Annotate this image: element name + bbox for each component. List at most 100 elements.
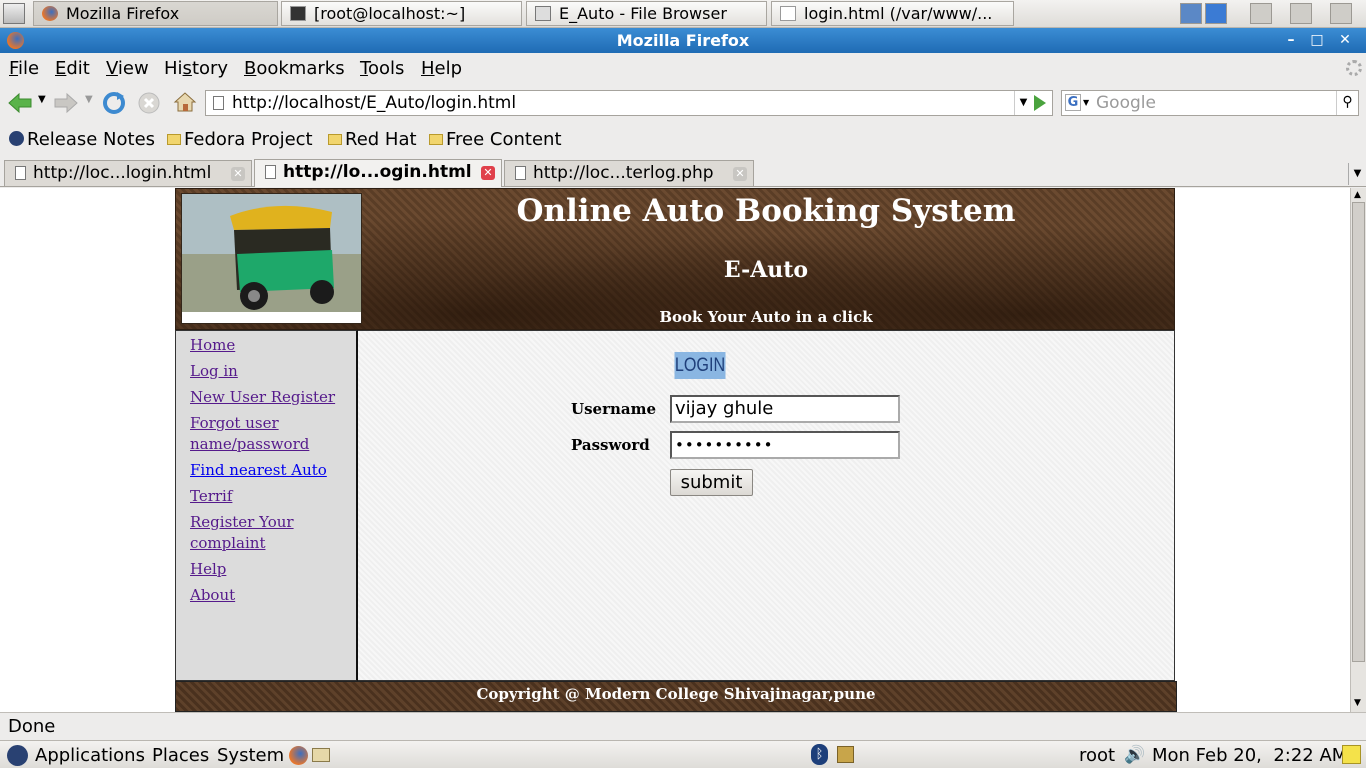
menu-view[interactable]: View [106, 58, 149, 79]
show-desktop-icon[interactable] [3, 3, 25, 24]
back-history-dropdown[interactable]: ▼ [38, 94, 46, 105]
menu-label: dit [66, 58, 90, 79]
tab-close-icon[interactable]: ✕ [231, 167, 245, 181]
maximize-button[interactable]: □ [1306, 30, 1328, 51]
forward-icon[interactable] [53, 92, 79, 114]
terminal-icon [290, 6, 306, 21]
forward-history-dropdown[interactable]: ▼ [85, 94, 93, 105]
menu-label: tory [191, 58, 229, 79]
search-bar[interactable]: G ▼ Google ⚲ [1061, 90, 1359, 116]
system-menu[interactable]: System [217, 745, 284, 766]
site-banner: Online Auto Booking System E-Auto Book Y… [175, 188, 1175, 330]
clock[interactable]: Mon Feb 20, 2:22 AM [1152, 745, 1347, 766]
reload-icon[interactable] [101, 90, 127, 116]
workspace-1[interactable] [1180, 3, 1202, 24]
mnemonic: B [244, 58, 257, 79]
menu-history[interactable]: History [164, 58, 228, 79]
search-engine-icon[interactable]: G [1065, 94, 1081, 111]
menu-edit[interactable]: Edit [55, 58, 90, 79]
nav-login[interactable]: Log in [190, 361, 238, 382]
applications-menu[interactable]: Applications [35, 745, 145, 766]
tab-label: http://loc...login.html [33, 163, 212, 183]
nav-tariff[interactable]: Terrif [190, 486, 232, 507]
site-title: Online Auto Booking System [516, 193, 1016, 229]
scroll-thumb[interactable] [1352, 202, 1365, 662]
home-icon[interactable] [173, 90, 197, 114]
task-firefox[interactable]: Mozilla Firefox [33, 1, 278, 26]
stop-icon[interactable] [137, 91, 161, 115]
notes-icon[interactable] [1342, 745, 1361, 764]
go-icon[interactable] [1034, 95, 1046, 111]
workspace-5[interactable] [1330, 3, 1352, 24]
password-field[interactable]: •••••••••• [670, 431, 900, 459]
bookmark-label: Fedora Project [184, 129, 313, 150]
page-icon [15, 166, 26, 180]
nav-complaint[interactable]: Register Your complaint [190, 512, 300, 554]
mail-launcher-icon[interactable] [312, 748, 330, 762]
tab-3[interactable]: http://loc...terlog.php ✕ [504, 160, 754, 186]
page-viewport: Online Auto Booking System E-Auto Book Y… [0, 188, 1350, 712]
nav-help[interactable]: Help [190, 559, 226, 580]
workspace-4[interactable] [1290, 3, 1312, 24]
folder-icon [167, 134, 181, 145]
task-label: E_Auto - File Browser [559, 4, 727, 23]
search-icon[interactable]: ⚲ [1336, 91, 1358, 115]
auto-rickshaw-photo [181, 193, 362, 324]
bookmark-fedora-project[interactable]: Fedora Project [167, 129, 313, 150]
scroll-down-icon[interactable]: ▼ [1354, 698, 1361, 708]
bluetooth-icon[interactable]: ᛒ [811, 744, 828, 765]
workspace-2[interactable] [1205, 3, 1227, 24]
menu-label: Hi [164, 58, 183, 79]
mnemonic: s [182, 58, 192, 79]
nav-forgot-password[interactable]: Forgot user name/password [190, 413, 310, 455]
menu-label: ookmarks [256, 58, 345, 79]
back-icon[interactable] [7, 92, 33, 114]
site-footer: Copyright @ Modern College Shivajinagar,… [175, 681, 1177, 712]
menu-help[interactable]: Help [421, 58, 462, 79]
tab-close-icon[interactable]: ✕ [733, 167, 747, 181]
tab-2[interactable]: http://lo...ogin.html ✕ [254, 159, 502, 187]
workspace-3[interactable] [1250, 3, 1272, 24]
nav-register[interactable]: New User Register [190, 387, 335, 408]
tab-list-dropdown[interactable]: ▼ [1348, 163, 1366, 185]
url-dropdown[interactable]: ▼ [1014, 91, 1032, 115]
url-bar[interactable]: http://localhost/E_Auto/login.html ▼ [205, 90, 1053, 116]
menu-file[interactable]: File [9, 58, 39, 79]
navigation-toolbar: ▼ ▼ http://localhost/E_Auto/login.html ▼… [0, 84, 1366, 122]
throbber-icon [1346, 60, 1362, 76]
firefox-launcher-icon[interactable] [289, 746, 308, 765]
submit-button[interactable]: submit [670, 469, 753, 496]
close-button[interactable]: ✕ [1334, 30, 1356, 51]
nav-about[interactable]: About [190, 585, 235, 606]
username-field[interactable]: vijay ghule [670, 395, 900, 423]
scroll-up-icon[interactable]: ▲ [1354, 190, 1361, 200]
update-notifier-icon[interactable] [837, 746, 854, 763]
bookmark-free-content[interactable]: Free Content [429, 129, 562, 150]
volume-icon[interactable]: 🔊 [1124, 745, 1145, 765]
search-engine-dropdown[interactable]: ▼ [1083, 98, 1089, 107]
bookmark-label: Free Content [446, 129, 562, 150]
auto-rickshaw-image [182, 194, 361, 323]
mnemonic: E [55, 58, 67, 79]
nav-home[interactable]: Home [190, 335, 235, 356]
bookmark-label: Release Notes [27, 129, 156, 150]
site-container: Online Auto Booking System E-Auto Book Y… [175, 188, 1177, 712]
task-terminal[interactable]: [root@localhost:~] [281, 1, 522, 26]
bookmark-release-notes[interactable]: Release Notes [9, 129, 155, 150]
bookmark-red-hat[interactable]: Red Hat [328, 129, 417, 150]
tab-1[interactable]: http://loc...login.html ✕ [4, 160, 252, 186]
task-file-browser[interactable]: E_Auto - File Browser [526, 1, 767, 26]
task-editor[interactable]: login.html (/var/www/... [771, 1, 1014, 26]
places-menu[interactable]: Places [152, 745, 209, 766]
menu-tools[interactable]: Tools [360, 58, 404, 79]
tab-close-icon[interactable]: ✕ [481, 166, 495, 180]
nav-find-auto[interactable]: Find nearest Auto [190, 460, 327, 481]
minimize-button[interactable]: – [1280, 30, 1302, 51]
bottom-panel: Applications Places System ᛒ root 🔊 Mon … [0, 740, 1366, 768]
menu-bookmarks[interactable]: Bookmarks [244, 58, 345, 79]
tab-label: http://loc...terlog.php [533, 163, 714, 183]
user-name[interactable]: root [1079, 745, 1115, 766]
task-label: [root@localhost:~] [314, 4, 466, 23]
vertical-scrollbar[interactable]: ▲ ▼ [1350, 188, 1366, 712]
mnemonic: T [360, 58, 368, 79]
